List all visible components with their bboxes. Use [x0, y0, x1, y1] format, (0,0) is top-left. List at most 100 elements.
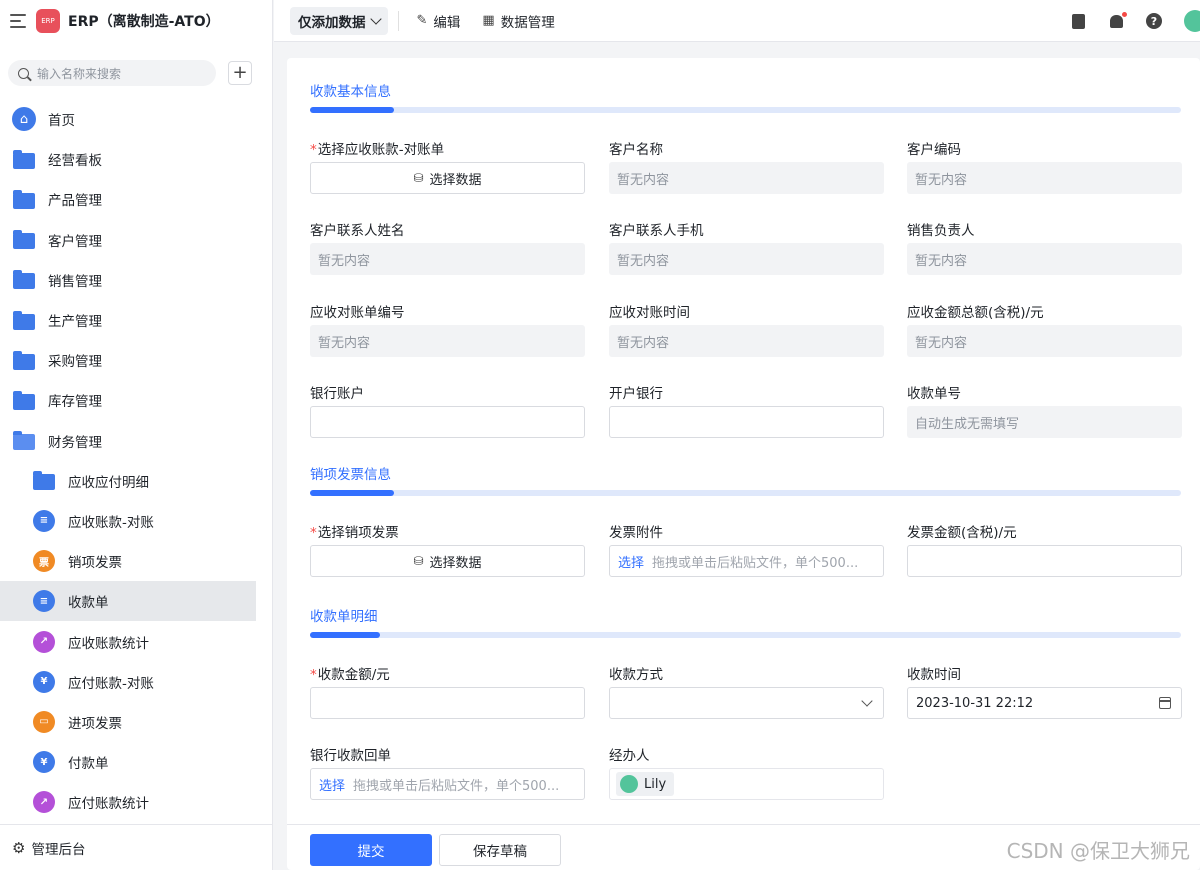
- nav-item-inventory[interactable]: 库存管理: [0, 380, 272, 420]
- card-icon: ▭: [33, 710, 55, 733]
- statement-no-value: 暂无内容: [310, 325, 585, 357]
- nav-item-product[interactable]: 产品管理: [0, 179, 272, 219]
- money-house-icon: ¥: [33, 751, 55, 774]
- nav-item-home[interactable]: ⌂ 首页: [0, 99, 272, 139]
- nav-subitem-ar-reconcile[interactable]: ≡ 应收账款-对账: [0, 501, 272, 541]
- handler-picker[interactable]: Lily: [609, 768, 884, 800]
- sidebar: ERP ERP（离散制造-ATO） 输入名称来搜索 + ⌂ 首页 经营看板 产品…: [0, 0, 273, 870]
- field-label: 发票附件: [609, 525, 663, 541]
- nav-item-finance[interactable]: 财务管理: [0, 421, 272, 461]
- nav-item-label: 收款单: [68, 595, 109, 612]
- customer-name-value: 暂无内容: [609, 162, 884, 194]
- invoice-amount-input[interactable]: [907, 545, 1182, 577]
- statement-time-value: 暂无内容: [609, 325, 884, 357]
- receipt-time-value: 2023-10-31 22:12: [916, 695, 1034, 711]
- nav-subitem-ap-stats[interactable]: ↗ 应付账款统计: [0, 782, 272, 822]
- invoice-upload-area[interactable]: 选择 拖拽或单击后粘贴文件，单个500...: [609, 545, 884, 577]
- nav-subitem-ar-stats[interactable]: ↗ 应收账款统计: [0, 621, 272, 661]
- menu-toggle-icon[interactable]: [10, 14, 26, 28]
- field-label: 收款金额/元: [317, 667, 390, 683]
- nav-subitem-purchase-invoice[interactable]: ▭ 进项发票: [0, 702, 272, 742]
- document-icon: ≡: [33, 590, 55, 613]
- save-draft-button[interactable]: 保存草稿: [439, 834, 561, 866]
- contact-name-value: 暂无内容: [310, 243, 585, 275]
- bank-account-input[interactable]: [310, 406, 585, 438]
- section-title: 收款基本信息: [310, 84, 391, 100]
- nav-item-production[interactable]: 生产管理: [0, 300, 272, 340]
- field-label: 银行收款回单: [310, 748, 391, 764]
- field-select-statement: *选择应收账款-对账单 ⛁ 选择数据: [310, 138, 585, 194]
- field-receipt-time: 收款时间 2023-10-31 22:12: [907, 663, 1182, 719]
- notifications-button[interactable]: [1108, 10, 1128, 29]
- help-button[interactable]: ?: [1146, 13, 1162, 29]
- field-label: 应收对账时间: [609, 305, 690, 321]
- upload-hint: 拖拽或单击后粘贴文件，单个500...: [652, 555, 859, 571]
- nav-item-purchase[interactable]: 采购管理: [0, 340, 272, 380]
- add-button[interactable]: +: [228, 61, 252, 85]
- nav-item-customer[interactable]: 客户管理: [0, 220, 272, 260]
- field-customer-code: 客户编码 暂无内容: [907, 138, 1182, 194]
- folder-icon: [13, 189, 35, 209]
- user-chip[interactable]: Lily: [616, 772, 675, 796]
- data-manage-button[interactable]: ▦ 数据管理: [474, 7, 562, 35]
- view-mode-dropdown[interactable]: 仅添加数据: [290, 6, 388, 35]
- app-title: ERP（离散制造-ATO）: [68, 14, 220, 30]
- field-label: 收款时间: [907, 667, 961, 683]
- nav-item-label: 财务管理: [48, 434, 102, 451]
- field-customer-name: 客户名称 暂无内容: [609, 138, 884, 194]
- folder-icon: [13, 390, 35, 410]
- folder-icon: [13, 230, 35, 250]
- docs-button[interactable]: [1070, 13, 1086, 29]
- gear-icon: ⚙: [12, 838, 26, 857]
- payment-method-select[interactable]: [609, 687, 884, 719]
- document-icon: ≡: [33, 509, 55, 532]
- field-contact-phone: 客户联系人手机 暂无内容: [609, 219, 884, 275]
- nav-subitem-sales-invoice[interactable]: 票 销项发票: [0, 541, 272, 581]
- folder-icon: [13, 270, 35, 290]
- nav-subitem-receipt[interactable]: ≡ 收款单: [0, 581, 256, 622]
- field-label: 开户银行: [609, 386, 663, 402]
- nav-item-label: 应付账款-对账: [68, 675, 154, 692]
- receipt-amount-input[interactable]: [310, 687, 585, 719]
- upload-pick-link[interactable]: 选择: [319, 775, 345, 794]
- upload-pick-link[interactable]: 选择: [618, 552, 644, 571]
- field-label: 选择应收账款-对账单: [317, 142, 445, 158]
- receipt-time-picker[interactable]: 2023-10-31 22:12: [907, 687, 1182, 719]
- user-avatar[interactable]: [1184, 10, 1200, 32]
- admin-console-link[interactable]: ⚙ 管理后台: [0, 824, 272, 870]
- field-statement-time: 应收对账时间 暂无内容: [609, 301, 884, 357]
- help-icon: ?: [1146, 13, 1162, 29]
- folder-open-icon: [13, 431, 35, 451]
- upload-hint: 拖拽或单击后粘贴文件，单个500...: [353, 778, 560, 794]
- edit-button[interactable]: ✎ 编辑: [409, 7, 469, 35]
- bank-name-input[interactable]: [609, 406, 884, 438]
- section-title: 销项发票信息: [310, 467, 391, 483]
- nav-subitem-ap-reconcile[interactable]: ¥ 应付账款-对账: [0, 662, 272, 702]
- field-label: 客户名称: [609, 142, 663, 158]
- data-manage-label: 数据管理: [500, 14, 555, 31]
- chart-icon: ↗: [33, 630, 55, 653]
- select-data-label: 选择数据: [429, 555, 482, 571]
- section-receipt-detail: 收款单明细: [310, 605, 378, 625]
- nav-subitem-payment[interactable]: ¥ 付款单: [0, 742, 272, 782]
- field-statement-no: 应收对账单编号 暂无内容: [310, 301, 585, 357]
- search-input[interactable]: 输入名称来搜索: [8, 60, 216, 86]
- avatar: [620, 775, 638, 793]
- field-receipt-no: 收款单号 自动生成无需填写: [907, 382, 1182, 438]
- bank-slip-upload-area[interactable]: 选择 拖拽或单击后粘贴文件，单个500...: [310, 768, 585, 800]
- nav-item-label: 客户管理: [48, 233, 102, 250]
- nav-subitem-ar-ap-detail[interactable]: 应收应付明细: [0, 461, 272, 501]
- sidebar-header: ERP ERP（离散制造-ATO）: [0, 0, 272, 42]
- select-data-button[interactable]: ⛁ 选择数据: [310, 162, 585, 194]
- nav-item-label: 首页: [48, 113, 75, 130]
- table-icon: ▦: [482, 13, 495, 28]
- section-receipt-basic: 收款基本信息: [310, 80, 391, 100]
- field-invoice-amount: 发票金额(含税)/元: [907, 521, 1182, 577]
- nav-item-sales[interactable]: 销售管理: [0, 260, 272, 300]
- nav-item-dashboard[interactable]: 经营看板: [0, 139, 272, 179]
- money-house-icon: ¥: [33, 670, 55, 693]
- submit-button[interactable]: 提交: [310, 834, 432, 866]
- customer-code-value: 暂无内容: [907, 162, 1182, 194]
- select-data-button[interactable]: ⛁ 选择数据: [310, 545, 585, 577]
- pencil-icon: ✎: [416, 13, 428, 28]
